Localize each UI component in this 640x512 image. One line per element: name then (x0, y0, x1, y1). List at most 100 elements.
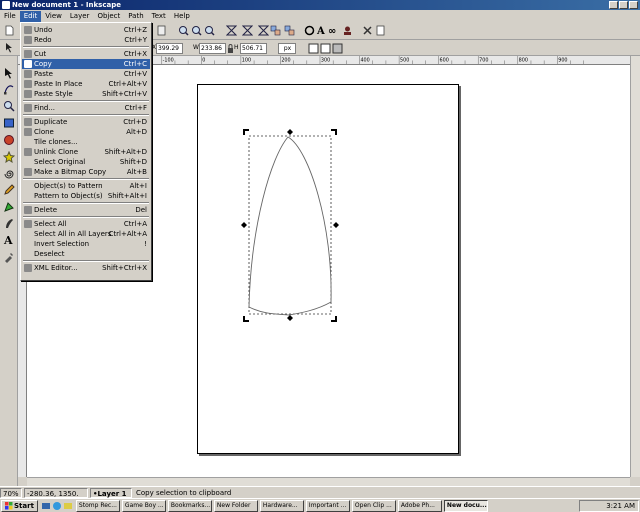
zoom-out-icon[interactable] (191, 25, 202, 36)
document-properties-icon[interactable] (156, 25, 167, 36)
menu-separator (23, 260, 149, 262)
outlook-express-icon[interactable] (63, 501, 73, 511)
menu-item-xml-editor[interactable]: XML Editor... Shift+Ctrl+X (22, 263, 150, 273)
w-field[interactable]: 233.86 (199, 43, 226, 54)
menu-item-select-original[interactable]: Select Original Shift+D (22, 157, 150, 167)
transform-corners-icon[interactable] (320, 43, 331, 54)
delete-icon (24, 206, 32, 214)
menu-item-unlink-clone[interactable]: Unlink Clone Shift+Alt+D (22, 147, 150, 157)
calligraphy-tool-icon[interactable] (3, 218, 15, 230)
close-button[interactable] (629, 1, 638, 9)
system-tray: 3:21 AM (579, 500, 639, 512)
selected-shape[interactable] (248, 136, 332, 316)
windows-logo-icon (5, 501, 13, 509)
menu-item-deselect[interactable]: Deselect (22, 249, 150, 259)
zoom-1-1-icon[interactable] (204, 25, 215, 36)
spiral-tool-icon[interactable] (3, 168, 15, 180)
svg-text:∞: ∞ (328, 26, 336, 36)
menu-item-undo[interactable]: Undo Ctrl+Z (22, 25, 150, 35)
transform-gradient-icon[interactable] (332, 43, 343, 54)
menu-item-tile-clones[interactable]: Tile clones... (22, 137, 150, 147)
menu-help[interactable]: Help (170, 11, 194, 22)
menu-item-object-s-to-pattern[interactable]: Object(s) to Pattern Alt+I (22, 181, 150, 191)
menu-file[interactable]: File (0, 11, 20, 22)
maximize-button[interactable] (619, 1, 628, 9)
internet-explorer-icon[interactable] (52, 501, 62, 511)
taskbar-button[interactable]: Stomp Rec... (75, 499, 120, 512)
ellipse-tool-icon[interactable] (3, 134, 15, 146)
dropper-tool-icon[interactable] (3, 251, 15, 263)
node-tool-icon[interactable] (3, 83, 15, 95)
taskbar-button[interactable]: New docu... (443, 499, 488, 512)
selector-tool-icon[interactable] (3, 67, 15, 79)
start-label: Start (14, 501, 34, 510)
taskbar-button[interactable]: Hardware... (259, 499, 304, 512)
x-field[interactable]: 399.29 (156, 43, 183, 54)
menu-item-pattern-to-object-s[interactable]: Pattern to Object(s) Shift+Alt+I (22, 191, 150, 201)
menu-object[interactable]: Object (93, 11, 124, 22)
menu-edit[interactable]: Edit (19, 10, 42, 22)
start-button[interactable]: Start (1, 499, 38, 512)
taskbar-button[interactable]: Bookmarks... (167, 499, 212, 512)
select-tool-option-icon[interactable] (4, 42, 15, 53)
menu-item-find[interactable]: Find... Ctrl+F (22, 103, 150, 113)
menu-item-cut[interactable]: Cut Ctrl+X (22, 49, 150, 59)
taskbar-button[interactable]: Adobe Ph... (397, 499, 442, 512)
zoom-tool-icon[interactable] (3, 100, 15, 112)
group-icon[interactable] (270, 25, 281, 36)
text-font-icon[interactable]: A (316, 25, 327, 36)
horizontal-scrollbar[interactable] (27, 477, 630, 486)
fill-stroke-icon[interactable] (304, 25, 315, 36)
pencil-tool-icon[interactable] (3, 184, 15, 196)
document-preferences-icon[interactable] (375, 25, 386, 36)
taskbar-button[interactable]: Open Clip ... (351, 499, 396, 512)
menu-item-select-all[interactable]: Select All Ctrl+A (22, 219, 150, 229)
text-tool-icon[interactable]: A (3, 234, 15, 246)
new-document-icon[interactable] (4, 25, 15, 36)
zoom-drawing-icon[interactable] (242, 25, 253, 36)
taskbar: Start Stomp Rec... Game Boy ... Bookmarks.… (0, 498, 640, 512)
star-tool-icon[interactable] (3, 151, 15, 163)
menu-item-clone[interactable]: Clone Alt+D (22, 127, 150, 137)
menu-item-label: Select All in All Layers (34, 230, 112, 238)
paste-in-place-icon (24, 80, 32, 88)
menu-layer[interactable]: Layer (66, 11, 94, 22)
transform-stroke-icon[interactable] (308, 43, 319, 54)
h-field[interactable]: 506.71 (240, 43, 267, 54)
zoom-page-icon[interactable] (258, 25, 269, 36)
menu-text[interactable]: Text (148, 11, 170, 22)
taskbar-button[interactable]: Game Boy ... (121, 499, 166, 512)
menu-item-shortcut: Ctrl+X (123, 50, 147, 58)
menu-item-copy[interactable]: Copy Ctrl+C (22, 59, 150, 69)
menu-item-redo[interactable]: Redo Ctrl+Y (22, 35, 150, 45)
taskbar-button[interactable]: Important ... (305, 499, 350, 512)
menu-item-paste-style[interactable]: Paste Style Shift+Ctrl+V (22, 89, 150, 99)
rectangle-tool-icon[interactable] (3, 117, 15, 129)
unit-select[interactable]: px (278, 43, 296, 54)
layer-selector[interactable]: •Layer 1 (90, 487, 132, 498)
menu-path[interactable]: Path (124, 11, 147, 22)
menu-item-paste-in-place[interactable]: Paste In Place Ctrl+Alt+V (22, 79, 150, 89)
minimize-button[interactable] (609, 1, 618, 9)
menu-item-select-all-in-all-layers[interactable]: Select All in All Layers Ctrl+Alt+A (22, 229, 150, 239)
lock-icon[interactable] (227, 43, 234, 54)
pen-tool-icon[interactable] (3, 201, 15, 213)
menu-item-delete[interactable]: Delete Del (22, 205, 150, 215)
menu-item-invert-selection[interactable]: Invert Selection! (22, 239, 150, 249)
menu-item-make-a-bitmap-copy[interactable]: Make a Bitmap Copy Alt+B (22, 167, 150, 177)
menu-view[interactable]: View (41, 11, 66, 22)
ungroup-icon[interactable] (284, 25, 295, 36)
preferences-icon[interactable] (362, 25, 373, 36)
taskbar-button[interactable]: New Folder (213, 499, 258, 512)
menu-item-duplicate[interactable]: Duplicate Ctrl+D (22, 117, 150, 127)
scale-handles[interactable] (241, 129, 339, 322)
zoom-in-icon[interactable] (178, 25, 189, 36)
menu-item-shortcut: Ctrl+Y (124, 36, 147, 44)
align-distribute-icon[interactable] (342, 25, 353, 36)
zoom-selection-icon[interactable] (226, 25, 237, 36)
show-desktop-icon[interactable] (41, 501, 51, 511)
zoom-field[interactable]: 70% (0, 487, 22, 498)
vertical-scrollbar[interactable] (630, 56, 640, 477)
menu-item-paste[interactable]: Paste Ctrl+V (22, 69, 150, 79)
xml-editor-toolbar-icon[interactable]: ∞ (328, 25, 339, 36)
